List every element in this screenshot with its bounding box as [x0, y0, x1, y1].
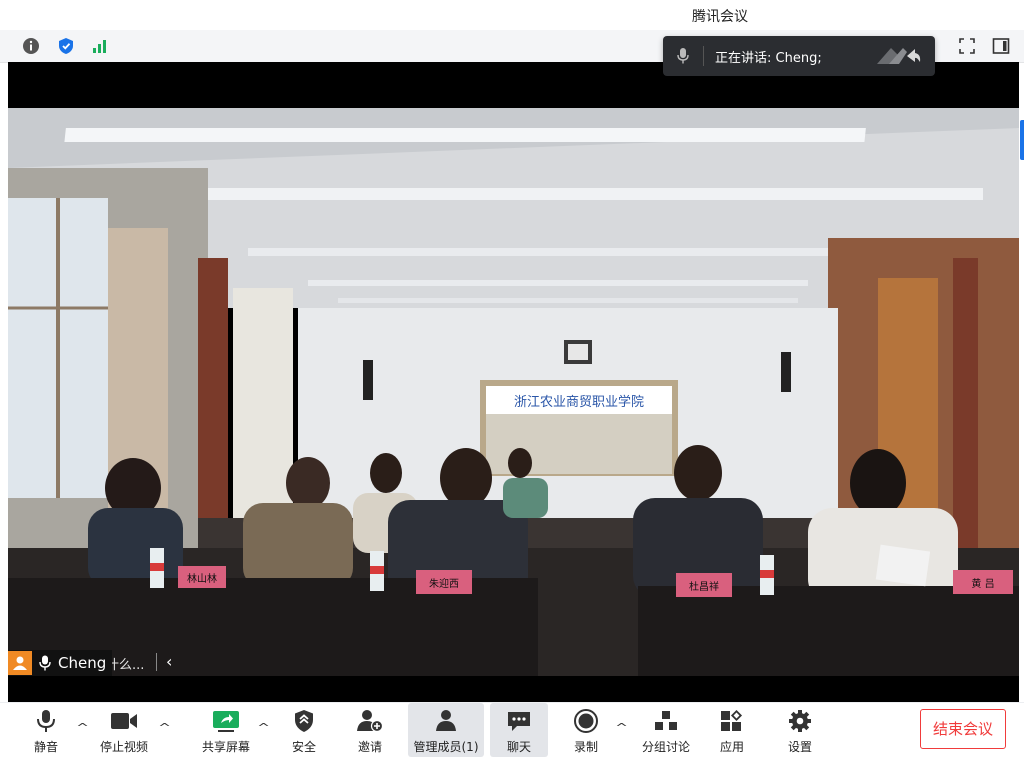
end-meeting-button[interactable]: 结束会议 — [920, 709, 1006, 749]
microphone-icon — [677, 48, 689, 64]
info-icon[interactable] — [22, 37, 40, 55]
members-icon — [436, 710, 456, 731]
meeting-toolbar: 静音 ^ 停止视频 ^ 共享屏幕 ^ 安全 邀请 管理成员(1) 聊天 录制 ^… — [0, 702, 1024, 762]
manage-members-label: 管理成员(1) — [413, 740, 479, 754]
window-title: 腾讯会议 — [692, 9, 748, 25]
chevron-up-icon[interactable]: ^ — [76, 721, 89, 734]
share-screen-button[interactable]: 共享屏幕 — [196, 703, 256, 757]
chat-label: 聊天 — [506, 740, 531, 754]
chevron-up-icon[interactable]: ^ — [615, 721, 628, 734]
title-bar: 腾讯会议 — [0, 0, 1024, 30]
gear-icon — [789, 710, 811, 732]
network-signal-icon[interactable] — [91, 37, 109, 55]
wall-banner-text: 浙江农业商贸职业学院 — [514, 394, 644, 410]
video-stage: 浙江农业商贸职业学院 林山林 朱迎西 杜昌祥 黄 吕 ‹ — [8, 62, 1019, 702]
stop-video-label: 停止视频 — [99, 740, 148, 754]
participant-name-tag: Cheng — [8, 650, 113, 676]
conference-room-video: 浙江农业商贸职业学院 林山林 朱迎西 杜昌祥 黄 吕 — [8, 108, 1019, 676]
divider — [703, 46, 704, 66]
chat-button[interactable]: 聊天 — [490, 703, 548, 757]
apps-label: 应用 — [719, 740, 744, 754]
apps-button[interactable]: 应用 — [710, 703, 754, 757]
nameplate-2: 朱迎西 — [429, 578, 459, 590]
chevron-up-icon[interactable]: ^ — [158, 721, 171, 734]
share-screen-icon — [213, 711, 239, 732]
manage-members-button[interactable]: 管理成员(1) — [408, 703, 484, 757]
microphone-icon — [39, 655, 51, 671]
avatar — [8, 651, 32, 675]
chevron-up-icon[interactable]: ^ — [257, 721, 270, 734]
security-label: 安全 — [291, 740, 316, 754]
microphone-icon — [37, 710, 55, 732]
speaking-prefix: 正在讲话: — [715, 51, 776, 66]
speaker-name: Cheng; — [775, 51, 822, 66]
side-panel-handle[interactable] — [1020, 120, 1024, 160]
divider — [156, 653, 157, 671]
nameplate-1: 林山林 — [187, 572, 217, 585]
breakout-rooms-button[interactable]: 分组讨论 — [636, 703, 696, 757]
invite-button[interactable]: 邀请 — [348, 703, 392, 757]
speaking-label: 正在讲话: Cheng; — [715, 47, 822, 66]
mute-button[interactable]: 静音 — [22, 703, 70, 757]
mute-label: 静音 — [33, 740, 58, 754]
settings-button[interactable]: 设置 — [778, 703, 822, 757]
collapse-chat-icon[interactable]: ‹ — [166, 652, 172, 671]
video-camera-icon — [111, 713, 137, 729]
chat-icon — [508, 712, 530, 731]
breakout-icon — [655, 711, 677, 730]
security-button[interactable]: 安全 — [282, 703, 326, 757]
shield-icon — [295, 710, 313, 732]
record-label: 录制 — [573, 740, 598, 754]
stop-video-button[interactable]: 停止视频 — [92, 703, 156, 757]
add-user-icon — [357, 710, 383, 733]
person-icon — [13, 656, 27, 670]
security-shield-icon[interactable] — [57, 37, 75, 55]
nameplate-3: 杜昌祥 — [689, 580, 719, 593]
participant-name: Cheng — [58, 654, 107, 672]
apps-icon — [721, 709, 743, 731]
share-screen-label: 共享屏幕 — [201, 740, 250, 754]
record-button[interactable]: 录制 — [564, 703, 608, 757]
fullscreen-icon[interactable] — [957, 36, 977, 56]
settings-label: 设置 — [787, 740, 812, 754]
breakout-label: 分组讨论 — [641, 740, 690, 754]
speaking-indicator: 正在讲话: Cheng; — [663, 36, 935, 76]
drag-handle-icon[interactable] — [873, 44, 923, 68]
invite-label: 邀请 — [357, 740, 382, 754]
nameplate-4: 黄 吕 — [971, 577, 994, 590]
record-icon — [574, 709, 598, 733]
layout-switch-icon[interactable] — [991, 36, 1011, 56]
